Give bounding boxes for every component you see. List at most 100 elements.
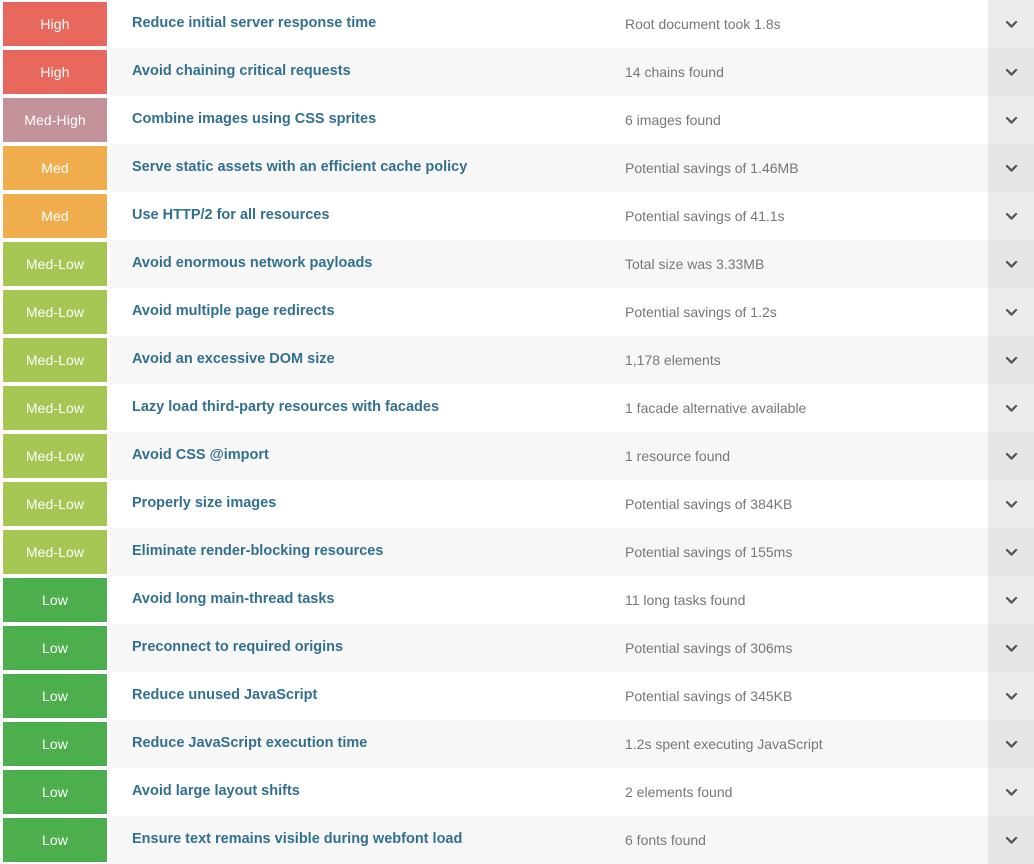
audit-expand-toggle[interactable] xyxy=(988,528,1034,576)
audit-expand-toggle[interactable] xyxy=(988,0,1034,48)
audit-row[interactable]: Med Serve static assets with an efficient… xyxy=(0,144,1034,192)
audit-description: Root document took 1.8s xyxy=(625,15,781,32)
audit-title-cell: Serve static assets with an efficient ca… xyxy=(110,144,625,192)
audit-title-link[interactable]: Reduce JavaScript execution time xyxy=(132,735,367,752)
audit-expand-toggle[interactable] xyxy=(988,48,1034,96)
audit-title-cell: Avoid enormous network payloads xyxy=(110,240,625,288)
chevron-down-icon xyxy=(1004,545,1019,560)
audit-expand-toggle[interactable] xyxy=(988,240,1034,288)
chevron-down-icon xyxy=(1004,113,1019,128)
audit-title-link[interactable]: Reduce initial server response time xyxy=(132,15,376,32)
audit-expand-toggle[interactable] xyxy=(988,336,1034,384)
audit-title-link[interactable]: Eliminate render-blocking resources xyxy=(132,543,383,560)
audit-expand-toggle[interactable] xyxy=(988,624,1034,672)
audit-description: 14 chains found xyxy=(625,63,724,80)
chevron-down-icon xyxy=(1004,161,1019,176)
chevron-down-icon xyxy=(1004,17,1019,32)
audit-title-link[interactable]: Avoid an excessive DOM size xyxy=(132,351,335,368)
audit-row[interactable]: Med-Low Avoid multiple page redirects Pote… xyxy=(0,288,1034,336)
audit-title-link[interactable]: Use HTTP/2 for all resources xyxy=(132,207,329,224)
audit-title-cell: Avoid an excessive DOM size xyxy=(110,336,625,384)
audit-row[interactable]: High Reduce initial server response time R… xyxy=(0,0,1034,48)
audit-description: Potential savings of 306ms xyxy=(625,639,793,656)
audit-description-cell: Potential savings of 384KB xyxy=(625,480,988,528)
audit-expand-toggle[interactable] xyxy=(988,96,1034,144)
severity-badge: Med-High xyxy=(3,98,107,142)
audit-description: 1,178 elements xyxy=(625,351,721,368)
audit-expand-toggle[interactable] xyxy=(988,288,1034,336)
audit-row[interactable]: Med-High Combine images using CSS sprites… xyxy=(0,96,1034,144)
audit-description-cell: 1.2s spent executing JavaScript xyxy=(625,720,988,768)
chevron-down-icon xyxy=(1004,593,1019,608)
audit-row[interactable]: Med-Low Avoid CSS @import 1 resource found xyxy=(0,432,1034,480)
audit-expand-toggle[interactable] xyxy=(988,768,1034,816)
chevron-down-icon xyxy=(1004,641,1019,656)
audit-expand-toggle[interactable] xyxy=(988,192,1034,240)
audit-expand-toggle[interactable] xyxy=(988,144,1034,192)
audit-title-link[interactable]: Lazy load third-party resources with fac… xyxy=(132,399,439,416)
audit-description-cell: 14 chains found xyxy=(625,48,988,96)
audit-title-link[interactable]: Combine images using CSS sprites xyxy=(132,111,376,128)
audit-expand-toggle[interactable] xyxy=(988,576,1034,624)
audit-expand-toggle[interactable] xyxy=(988,480,1034,528)
audit-row[interactable]: Med Use HTTP/2 for all resources Potential… xyxy=(0,192,1034,240)
audit-row[interactable]: Med-Low Properly size images Potential sav… xyxy=(0,480,1034,528)
severity-badge: Med-Low xyxy=(3,434,107,478)
audit-description-cell: Potential savings of 306ms xyxy=(625,624,988,672)
audit-row[interactable]: High Avoid chaining critical requests 14 c… xyxy=(0,48,1034,96)
audit-title-link[interactable]: Serve static assets with an efficient ca… xyxy=(132,159,467,176)
audit-description: 6 images found xyxy=(625,111,721,128)
audit-title-cell: Reduce unused JavaScript xyxy=(110,672,625,720)
audit-title-link[interactable]: Properly size images xyxy=(132,495,276,512)
audit-description: 1.2s spent executing JavaScript xyxy=(625,735,823,752)
severity-cell: Med xyxy=(0,192,110,240)
audit-description-cell: Potential savings of 1.2s xyxy=(625,288,988,336)
audit-expand-toggle[interactable] xyxy=(988,384,1034,432)
audit-title-link[interactable]: Avoid large layout shifts xyxy=(132,783,300,800)
audit-row[interactable]: Low Reduce unused JavaScript Potential sav… xyxy=(0,672,1034,720)
audit-row[interactable]: Low Ensure text remains visible during we… xyxy=(0,816,1034,864)
audit-row[interactable]: Med-Low Lazy load third-party resources w… xyxy=(0,384,1034,432)
audit-expand-toggle[interactable] xyxy=(988,672,1034,720)
audit-description: 11 long tasks found xyxy=(625,591,746,608)
audit-row[interactable]: Low Preconnect to required origins Potenti… xyxy=(0,624,1034,672)
chevron-down-icon xyxy=(1004,785,1019,800)
severity-badge: Med-Low xyxy=(3,338,107,382)
audit-row[interactable]: Med-Low Avoid enormous network payloads To… xyxy=(0,240,1034,288)
audit-title-link[interactable]: Reduce unused JavaScript xyxy=(132,687,317,704)
severity-cell: High xyxy=(0,48,110,96)
chevron-down-icon xyxy=(1004,833,1019,848)
severity-cell: Low xyxy=(0,816,110,864)
audit-row[interactable]: Low Avoid large layout shifts 2 elements f… xyxy=(0,768,1034,816)
severity-cell: Med-Low xyxy=(0,240,110,288)
audit-description: Potential savings of 345KB xyxy=(625,687,793,704)
severity-badge: Med-Low xyxy=(3,386,107,430)
audit-title-cell: Combine images using CSS sprites xyxy=(110,96,625,144)
audit-title-link[interactable]: Avoid enormous network payloads xyxy=(132,255,372,272)
audit-title-link[interactable]: Avoid chaining critical requests xyxy=(132,63,351,80)
audit-title-link[interactable]: Avoid multiple page redirects xyxy=(132,303,335,320)
audit-description: Potential savings of 41.1s xyxy=(625,207,785,224)
chevron-down-icon xyxy=(1004,353,1019,368)
audit-description-cell: Potential savings of 1.46MB xyxy=(625,144,988,192)
audit-title-cell: Avoid CSS @import xyxy=(110,432,625,480)
audit-row[interactable]: Low Avoid long main-thread tasks 11 long t… xyxy=(0,576,1034,624)
audit-title-link[interactable]: Ensure text remains visible during webfo… xyxy=(132,831,462,848)
audit-description: Potential savings of 384KB xyxy=(625,495,793,512)
audit-row[interactable]: Med-Low Eliminate render-blocking resourc… xyxy=(0,528,1034,576)
audit-row[interactable]: Med-Low Avoid an excessive DOM size 1,178 … xyxy=(0,336,1034,384)
severity-badge: Med xyxy=(3,194,107,238)
audit-title-link[interactable]: Avoid CSS @import xyxy=(132,447,269,464)
audit-expand-toggle[interactable] xyxy=(988,432,1034,480)
audit-description: Potential savings of 1.46MB xyxy=(625,159,799,176)
audit-title-link[interactable]: Preconnect to required origins xyxy=(132,639,343,656)
severity-cell: Med-Low xyxy=(0,432,110,480)
audit-title-link[interactable]: Avoid long main-thread tasks xyxy=(132,591,335,608)
audit-row[interactable]: Low Reduce JavaScript execution time 1.2s … xyxy=(0,720,1034,768)
audit-description: 1 resource found xyxy=(625,447,731,464)
audit-title-cell: Ensure text remains visible during webfo… xyxy=(110,816,625,864)
audit-expand-toggle[interactable] xyxy=(988,720,1034,768)
severity-badge: Low xyxy=(3,674,107,718)
audit-expand-toggle[interactable] xyxy=(988,816,1034,864)
severity-cell: Low xyxy=(0,672,110,720)
